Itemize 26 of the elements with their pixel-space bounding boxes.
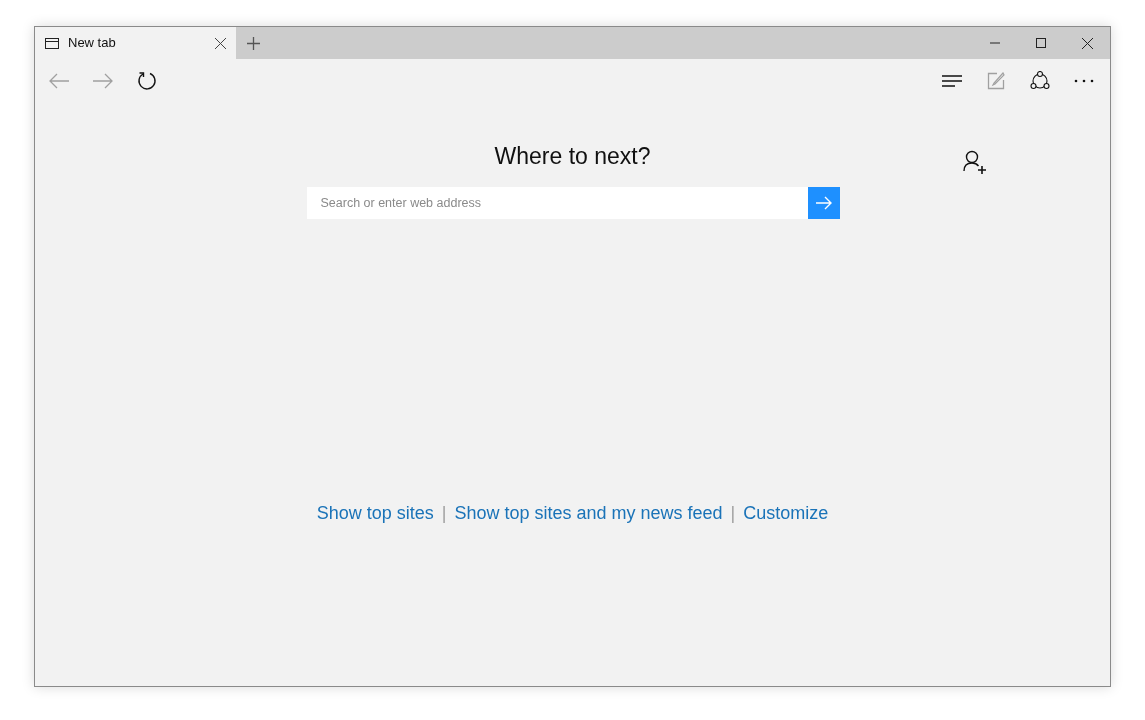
close-icon <box>215 37 226 49</box>
go-button[interactable] <box>807 187 840 219</box>
pen-note-icon <box>987 72 1005 90</box>
browser-tab[interactable]: New tab <box>35 27 236 59</box>
heading: Where to next? <box>494 142 651 171</box>
tab-title: New tab <box>68 34 117 53</box>
search-field[interactable]: Search or enter web address <box>306 187 808 219</box>
link[interactable]: Show top sites <box>316 500 434 527</box>
back-arrow-icon <box>49 73 69 89</box>
maximize-icon <box>1036 38 1046 48</box>
refresh-icon <box>137 71 157 91</box>
close-icon <box>1081 37 1093 49</box>
minimize-icon <box>990 42 1000 44</box>
share-icon <box>1029 71 1051 91</box>
link[interactable]: Show top sites and my news feed <box>454 500 723 527</box>
add-person-icon <box>962 149 988 175</box>
forward-arrow-icon <box>93 73 113 89</box>
lines-icon <box>942 75 962 87</box>
arrow-right-icon <box>815 196 832 210</box>
link[interactable]: Customize <box>743 500 829 527</box>
close-tab-button[interactable] <box>215 37 226 49</box>
separator: | <box>730 502 736 525</box>
plus-icon <box>246 36 260 50</box>
more-icon <box>1074 79 1094 83</box>
separator: | <box>441 502 447 525</box>
page-icon <box>45 37 59 49</box>
